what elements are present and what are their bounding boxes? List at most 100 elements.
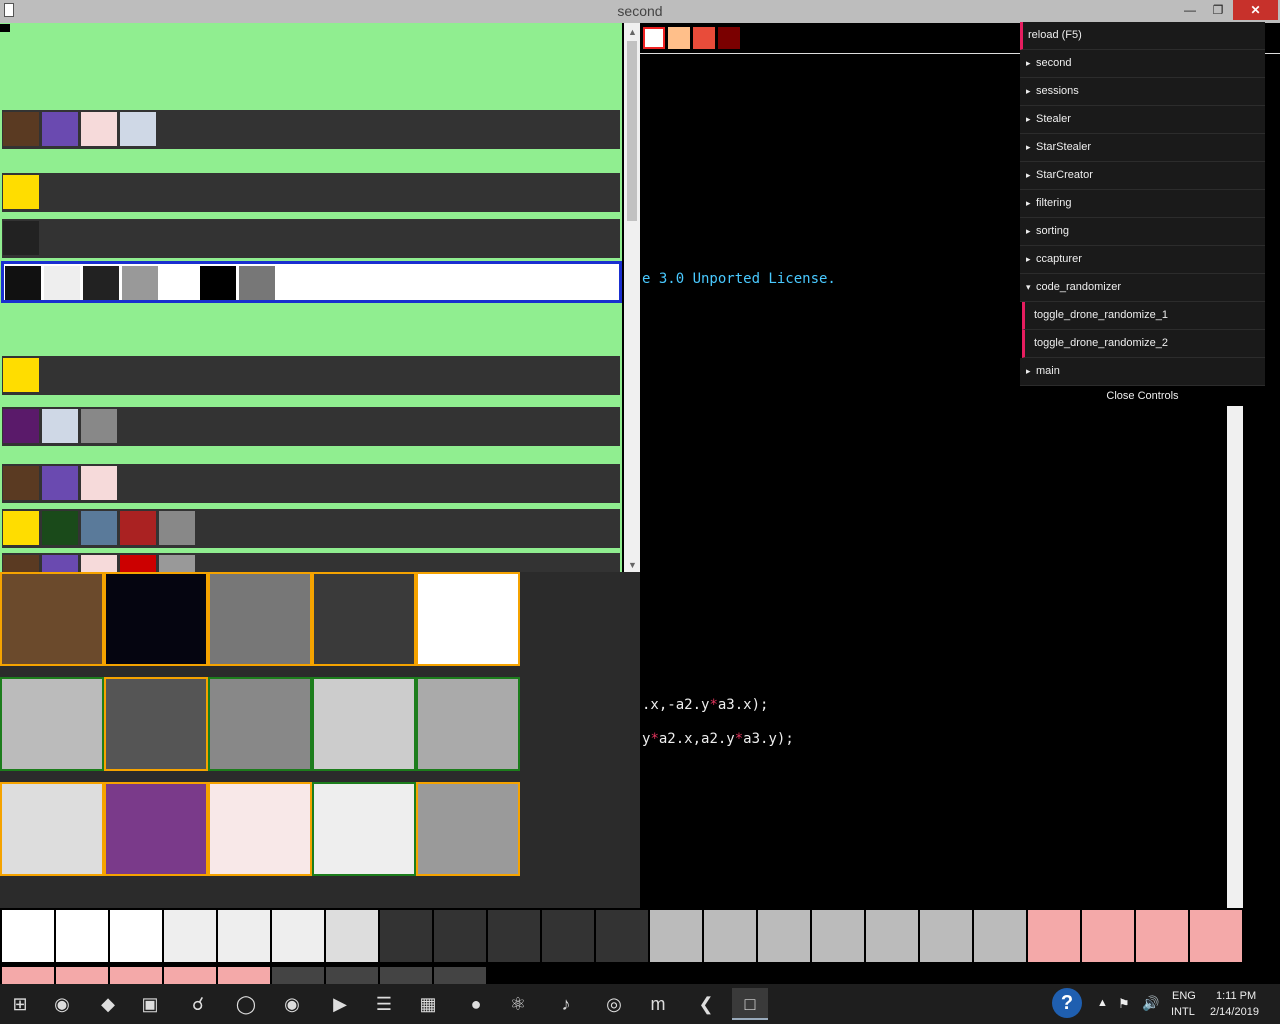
search-icon[interactable]: ☌ (180, 988, 216, 1020)
sublime-icon[interactable]: ▣ (132, 988, 168, 1020)
strip-thumbnail[interactable] (1082, 910, 1134, 962)
chrome-dev-icon[interactable]: ◉ (274, 988, 310, 1020)
scrollbar-thumb[interactable] (627, 41, 637, 221)
strip-thumbnail[interactable] (2, 910, 54, 962)
active-window-icon[interactable]: □ (732, 988, 768, 1020)
session-thumbnail[interactable] (3, 112, 39, 146)
grid-image-tile[interactable] (0, 782, 104, 876)
session-thumbnail[interactable] (159, 511, 195, 545)
color-swatch[interactable] (668, 27, 690, 49)
strip-thumbnail[interactable] (866, 910, 918, 962)
strip-thumbnail[interactable] (704, 910, 756, 962)
session-row[interactable] (2, 356, 620, 395)
session-thumbnail[interactable] (3, 555, 39, 572)
session-thumbnail[interactable] (3, 511, 39, 545)
eclipse-icon[interactable]: ☰ (366, 988, 402, 1020)
folder-stealer[interactable]: Stealer (1020, 106, 1265, 134)
color-swatch[interactable] (693, 27, 715, 49)
tray-overflow-icon[interactable]: ▲ (1097, 997, 1108, 1009)
session-thumbnail[interactable] (81, 466, 117, 500)
language-bottom[interactable]: INTL (1171, 1006, 1195, 1018)
help-icon[interactable]: ? (1052, 988, 1082, 1018)
session-thumbnail[interactable] (81, 112, 117, 146)
language-top[interactable]: ENG (1172, 990, 1196, 1002)
clock-time[interactable]: 1:11 PM (1216, 990, 1256, 1002)
windows-start-icon[interactable]: ⊞ (2, 988, 38, 1020)
grid-image-tile[interactable] (104, 572, 208, 666)
toggle-drone-randomize-1-button[interactable]: toggle_drone_randomize_1 (1022, 302, 1265, 330)
volume-icon[interactable]: 🔊 (1142, 995, 1159, 1012)
strip-thumbnail[interactable] (110, 910, 162, 962)
strip-thumbnail[interactable] (542, 910, 594, 962)
strip-thumbnail[interactable] (596, 910, 648, 962)
session-row[interactable] (2, 110, 620, 149)
grid-image-tile[interactable] (312, 572, 416, 666)
grid-image-tile[interactable] (416, 677, 520, 771)
strip-thumbnail[interactable] (920, 910, 972, 962)
editor-scrollbar[interactable] (1227, 406, 1243, 908)
firefox-icon[interactable]: ◯ (228, 988, 264, 1020)
session-thumbnail[interactable] (44, 266, 80, 300)
strip-thumbnail[interactable] (218, 910, 270, 962)
strip-thumbnail[interactable] (1190, 910, 1242, 962)
scroll-down-icon[interactable]: ▼ (628, 560, 637, 570)
folder-main[interactable]: main (1020, 358, 1265, 386)
strip-thumbnail[interactable] (380, 910, 432, 962)
session-thumbnail[interactable] (3, 409, 39, 443)
session-thumbnail[interactable] (239, 266, 275, 300)
node-icon[interactable]: ● (458, 988, 494, 1020)
session-thumbnail[interactable] (81, 511, 117, 545)
toggle-drone-randomize-2-button[interactable]: toggle_drone_randomize_2 (1022, 330, 1265, 358)
folder-starcreator[interactable]: StarCreator (1020, 162, 1265, 190)
strip-thumbnail[interactable] (1136, 910, 1188, 962)
session-row[interactable] (2, 407, 620, 446)
color-swatch[interactable] (718, 27, 740, 49)
audio-icon[interactable]: ♪ (548, 988, 584, 1020)
visual-studio-icon[interactable]: ▶ (322, 988, 358, 1020)
session-row[interactable] (2, 464, 620, 503)
session-thumbnail[interactable] (120, 555, 156, 572)
word-icon[interactable]: ▦ (410, 988, 446, 1020)
session-thumbnail[interactable] (120, 511, 156, 545)
session-thumbnail[interactable] (120, 112, 156, 146)
strip-thumbnail[interactable] (974, 910, 1026, 962)
grid-image-tile[interactable] (0, 572, 104, 666)
session-list-scrollbar[interactable]: ▲ ▼ (624, 23, 640, 572)
session-thumbnail[interactable] (81, 555, 117, 572)
grid-image-tile[interactable] (208, 677, 312, 771)
inkscape-icon[interactable]: ◆ (90, 988, 126, 1020)
session-row[interactable] (1, 261, 622, 303)
session-thumbnail[interactable] (5, 266, 41, 300)
session-thumbnail[interactable] (200, 266, 236, 300)
atom-icon[interactable]: ⚛ (500, 988, 536, 1020)
grid-image-tile[interactable] (0, 677, 104, 771)
session-thumbnail[interactable] (83, 266, 119, 300)
strip-thumbnail[interactable] (488, 910, 540, 962)
grid-image-tile[interactable] (104, 677, 208, 771)
grid-image-tile[interactable] (416, 782, 520, 876)
session-thumbnail[interactable] (42, 511, 78, 545)
close-controls-button[interactable]: Close Controls (1020, 386, 1265, 406)
strip-thumbnail[interactable] (434, 910, 486, 962)
color-swatch[interactable] (643, 27, 665, 49)
strip-thumbnail[interactable] (758, 910, 810, 962)
openframeworks-icon[interactable]: ◎ (596, 988, 632, 1020)
folder-filtering[interactable]: filtering (1020, 190, 1265, 218)
folder-starstealer[interactable]: StarStealer (1020, 134, 1265, 162)
session-thumbnail[interactable] (122, 266, 158, 300)
grid-image-tile[interactable] (208, 572, 312, 666)
strip-thumbnail[interactable] (56, 910, 108, 962)
network-icon[interactable]: ⚑ (1118, 996, 1130, 1012)
folder-ccapturer[interactable]: ccapturer (1020, 246, 1265, 274)
session-thumbnail[interactable] (81, 409, 117, 443)
strip-thumbnail[interactable] (812, 910, 864, 962)
strip-thumbnail[interactable] (1028, 910, 1080, 962)
chrome-icon[interactable]: ◉ (44, 988, 80, 1020)
folder-second[interactable]: second (1020, 50, 1265, 78)
grid-image-tile[interactable] (312, 677, 416, 771)
session-thumbnail[interactable] (42, 112, 78, 146)
restore-button[interactable]: ❐ (1204, 0, 1232, 20)
grid-image-tile[interactable] (312, 782, 416, 876)
session-row[interactable] (2, 553, 620, 572)
reload-button[interactable]: reload (F5) (1020, 22, 1265, 50)
